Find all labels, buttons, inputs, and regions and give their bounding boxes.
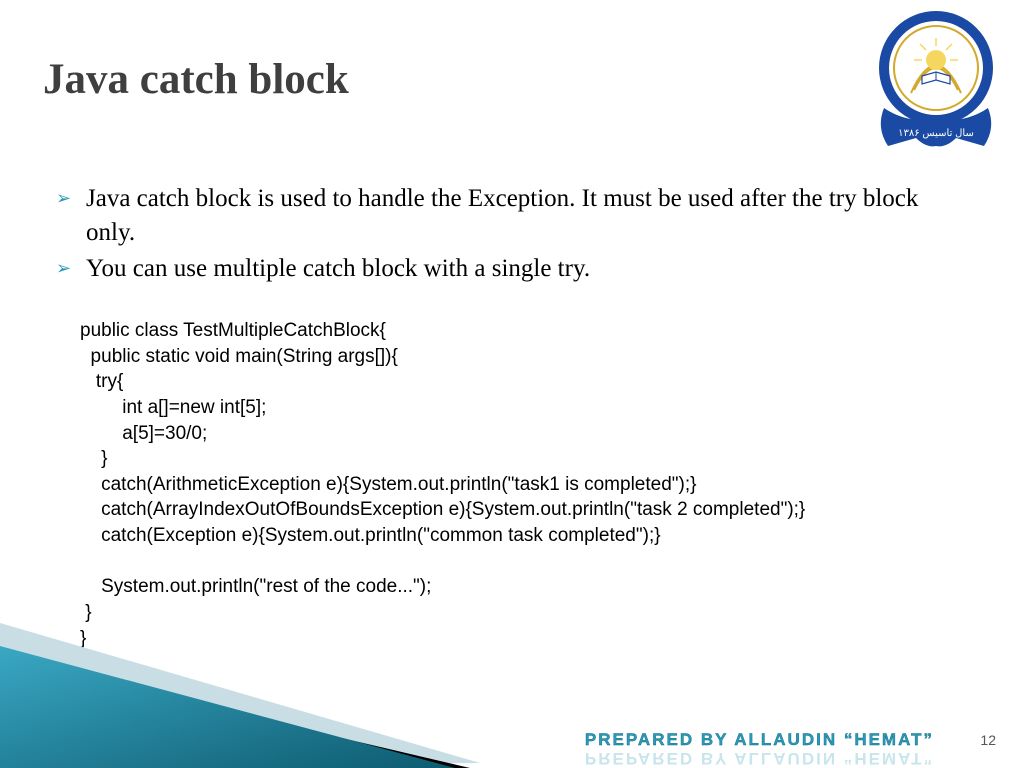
bullet-text: You can use multiple catch block with a … <box>86 252 590 286</box>
page-number: 12 <box>980 732 996 748</box>
bullet-marker-icon: ➢ <box>56 182 86 209</box>
bullet-marker-icon: ➢ <box>56 252 86 279</box>
institution-logo: سال تاسیس ۱۳۸۶ <box>866 8 1006 168</box>
slide-title: Java catch block <box>43 55 349 104</box>
bullet-item: ➢ Java catch block is used to handle the… <box>56 182 964 250</box>
bullet-text: Java catch block is used to handle the E… <box>86 182 964 250</box>
code-block: public class TestMultipleCatchBlock{ pub… <box>80 318 805 651</box>
content-area: ➢ Java catch block is used to handle the… <box>56 182 964 287</box>
bullet-item: ➢ You can use multiple catch block with … <box>56 252 964 286</box>
footer-author: PREPARED BY ALLAUDIN “HEMAT” <box>585 730 934 750</box>
logo-year-text: سال تاسیس ۱۳۸۶ <box>898 128 974 139</box>
footer-author-reflection: PREPARED BY ALLAUDIN “HEMAT” <box>585 748 934 768</box>
